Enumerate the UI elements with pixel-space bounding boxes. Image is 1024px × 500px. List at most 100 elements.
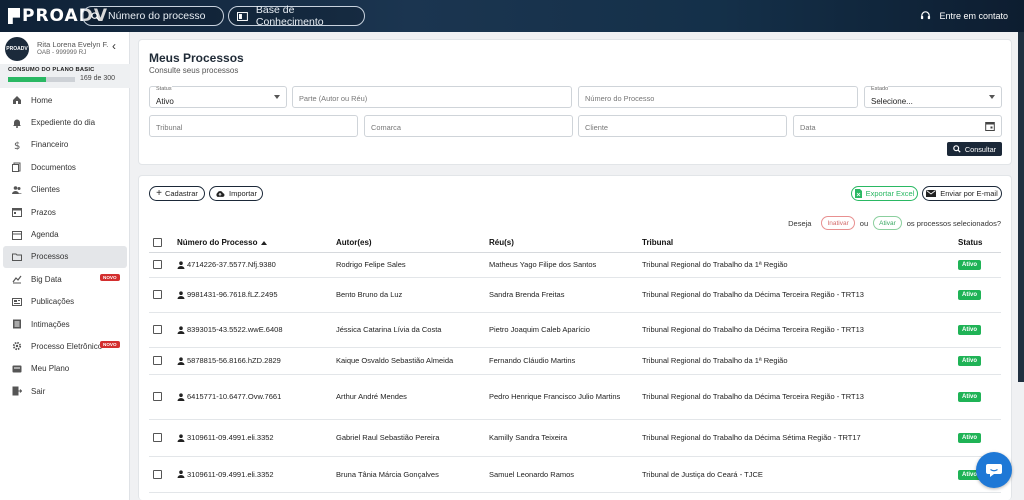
cell-autor: Kaique Osvaldo Sebastião Almeida (336, 347, 489, 375)
filters-card: Meus Processos Consulte seus processos S… (138, 39, 1012, 165)
select-all-checkbox[interactable] (153, 238, 162, 248)
cell-select (149, 312, 177, 348)
autor-text: Rodrigo Felipe Sales (336, 260, 406, 269)
header-numero[interactable]: Número do Processo (177, 234, 336, 253)
data-input[interactable]: Data (793, 115, 1002, 137)
process-number[interactable]: 3109611-09.4991.eli.3352 (177, 433, 336, 442)
sidebar-item-meu-plano[interactable]: Meu Plano (0, 358, 130, 380)
tribunal-text: Tribunal Regional do Trabalho da Décima … (642, 325, 864, 334)
sidebar-item-agenda[interactable]: Agenda (0, 223, 130, 245)
plus-icon: + (156, 188, 162, 199)
table-row[interactable]: 5878815-56.8166.hZD.2829 Kaique Osvaldo S… (149, 347, 1001, 375)
row-checkbox[interactable] (153, 290, 162, 299)
row-checkbox[interactable] (153, 356, 162, 365)
table-row[interactable]: 9981431-96.7618.fLZ.2495 Bento Bruno da L… (149, 277, 1001, 313)
cell-numero: 9981431-96.7618.fLZ.2495 (177, 277, 336, 313)
table-row[interactable]: 8393015-43.5522.wwE.6408 Jéssica Catarina… (149, 312, 1001, 348)
reu-text: Pietro Joaquim Caleb Aparício (489, 325, 590, 334)
importar-button[interactable]: Importar (209, 186, 263, 201)
select-all-cell (149, 234, 177, 253)
ativar-button[interactable]: Ativar (873, 216, 902, 230)
consultar-label: Consultar (964, 144, 997, 154)
person-icon (177, 260, 185, 269)
process-number[interactable]: 3109611-09.4991.eli.3352 (177, 470, 336, 479)
header-tribunal: Tribunal (642, 234, 958, 253)
sidebar-item-sair[interactable]: Sair (0, 380, 130, 402)
row-checkbox[interactable] (153, 392, 162, 401)
process-search-input[interactable]: Número do processo (82, 6, 224, 26)
cell-select (149, 347, 177, 375)
process-number-text: 6415771-10.6477.Ovw.7661 (187, 392, 282, 401)
top-header: PROADV Número do processo Base de Conhec… (0, 0, 1024, 32)
cell-autor: Bruna Tânia Márcia Gonçalves (336, 456, 489, 493)
person-icon (177, 356, 185, 365)
table-row[interactable]: 4714226-37.5577.Nfj.9380 Rodrigo Felipe S… (149, 252, 1001, 278)
sidebar-item-publicacoes[interactable]: Publicações (0, 291, 130, 313)
reu-text: Samuel Leonardo Ramos (489, 469, 575, 479)
chat-button[interactable] (976, 452, 1012, 488)
numero-processo-input[interactable]: Número do Processo (578, 86, 858, 108)
calendar-icon[interactable] (985, 121, 995, 131)
process-number[interactable]: 8393015-43.5522.wwE.6408 (177, 325, 336, 334)
row-checkbox[interactable] (153, 433, 162, 442)
sidebar-item-home[interactable]: Home (0, 89, 130, 111)
tribunal-input[interactable]: Tribunal (149, 115, 358, 137)
parte-input[interactable]: Parte (Autor ou Réu) (292, 86, 572, 108)
sidebar-item-expediente-do-dia[interactable]: Expediente do dia (0, 111, 130, 133)
sidebar-item-clientes[interactable]: Clientes (0, 179, 130, 201)
contact-label: Entre em contato (939, 10, 1008, 21)
header-reu: Réu(s) (489, 234, 642, 253)
autor-text: Arthur André Mendes (336, 392, 407, 401)
table-row[interactable]: 6415771-10.6477.Ovw.7661 Arthur André Men… (149, 374, 1001, 420)
enviar-email-button[interactable]: Enviar por E-mail (922, 186, 1002, 201)
processes-table-body: 4714226-37.5577.Nfj.9380 Rodrigo Felipe S… (149, 252, 1001, 493)
knowledge-base-button[interactable]: Base de Conhecimento (228, 4, 365, 28)
bulk-status-prompt: Deseja Inativar ou Ativar os processos s… (788, 216, 1001, 230)
person-icon (177, 470, 185, 478)
consultar-button[interactable]: Consultar (947, 142, 1002, 156)
deseja-label: Deseja (788, 218, 812, 228)
row-checkbox[interactable] (153, 325, 162, 334)
knowledge-base-label: Base de Conhecimento (255, 4, 324, 28)
collapse-sidebar-icon[interactable]: ‹ (112, 39, 116, 53)
selecionados-label: os processos selecionados? (906, 218, 1001, 228)
sidebar-item-financeiro[interactable]: $ Financeiro (0, 134, 130, 156)
status-badge: Ativo (958, 433, 981, 443)
cliente-input[interactable]: Cliente (578, 115, 787, 137)
numero-placeholder: Número do Processo (585, 94, 655, 103)
sidebar-item-big-data[interactable]: Big Data NOVO (0, 268, 130, 290)
cell-status: Ativo (958, 347, 1001, 375)
process-number[interactable]: 9981431-96.7618.fLZ.2495 (177, 290, 336, 299)
cliente-placeholder: Cliente (585, 123, 609, 132)
exportar-excel-button[interactable]: Exportar Excel (851, 186, 918, 201)
process-number[interactable]: 5878815-56.8166.hZD.2829 (177, 356, 336, 365)
cell-status: Ativo (958, 419, 1001, 457)
status-select[interactable]: Status Ativo (149, 86, 287, 108)
cadastrar-button[interactable]: + Cadastrar (149, 186, 205, 201)
cell-status: Ativo (958, 252, 1001, 278)
cell-autor: Gabriel Raul Sebastião Pereira (336, 419, 489, 457)
page-scrollbar[interactable] (1018, 32, 1024, 382)
cell-status: Ativo (958, 277, 1001, 313)
row-checkbox[interactable] (153, 469, 162, 479)
sidebar-item-intimacoes[interactable]: Intimações (0, 313, 130, 335)
plan-count: 169 de 300 (80, 75, 116, 82)
process-number[interactable]: 6415771-10.6477.Ovw.7661 (177, 392, 336, 401)
comarca-input[interactable]: Comarca (364, 115, 573, 137)
table-row[interactable]: 3109611-09.4991.eli.3352 Bruna Tânia Márc… (149, 456, 1001, 493)
sidebar-item-documentos[interactable]: Documentos (0, 156, 130, 178)
cadastrar-label: Cadastrar (164, 189, 198, 198)
inativar-button[interactable]: Inativar (821, 216, 855, 230)
sidebar-item-prazos[interactable]: Prazos (0, 201, 130, 223)
cell-numero: 5878815-56.8166.hZD.2829 (177, 347, 336, 375)
contact-link[interactable]: Entre em contato (920, 10, 1008, 21)
table-header-row: Número do Processo Autor(es) Réu(s) Trib… (149, 234, 1001, 253)
estado-select[interactable]: Estado Selecione... (864, 86, 1002, 108)
sidebar-item-processo-eletronico[interactable]: Processo Eletrônico NOVO (0, 335, 130, 357)
user-profile[interactable]: PROADV Rita Lorena Evelyn F. OAB - 99999… (4, 35, 128, 61)
autor-text: Kaique Osvaldo Sebastião Almeida (336, 356, 454, 365)
process-number[interactable]: 4714226-37.5577.Nfj.9380 (177, 260, 336, 269)
sidebar-item-processos[interactable]: Processos (3, 245, 127, 269)
table-row[interactable]: 3109611-09.4991.eli.3352 Gabriel Raul Seb… (149, 419, 1001, 457)
row-checkbox[interactable] (153, 260, 162, 269)
